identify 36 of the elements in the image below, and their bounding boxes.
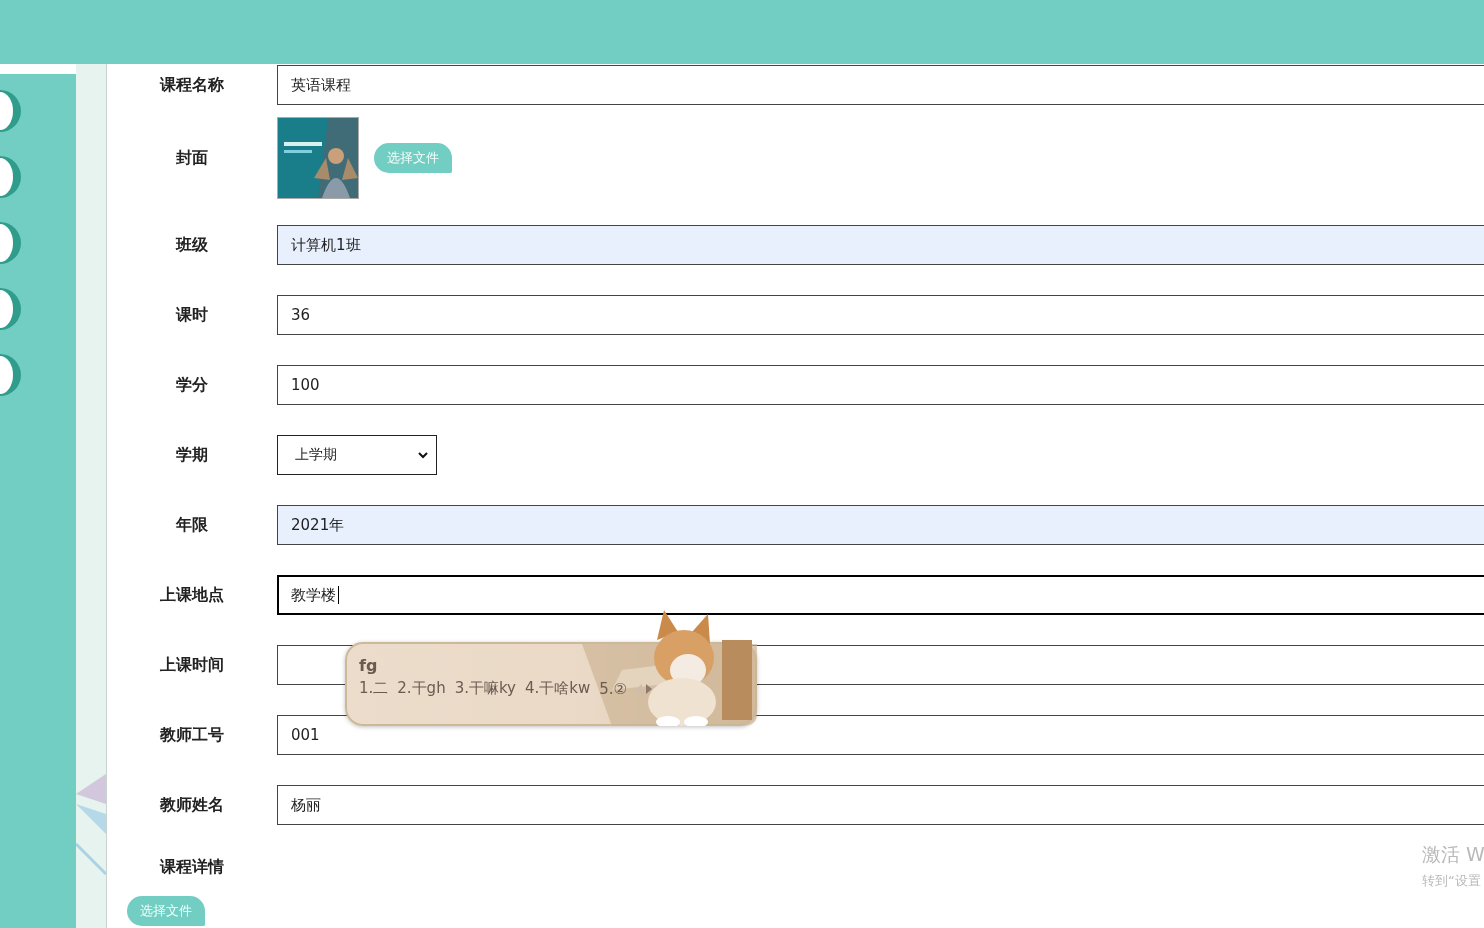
activation-hint: 转到“设置 <box>1422 872 1482 890</box>
sidebar-tab-icon[interactable] <box>0 222 24 264</box>
candidate-word[interactable]: 2.干gh <box>397 679 446 698</box>
sidebar-tab-icon[interactable] <box>0 156 24 198</box>
field-label: 封面 <box>175 147 209 169</box>
field-label: 学期 <box>175 444 209 466</box>
input-field[interactable]: 001 <box>277 715 1484 755</box>
input-field[interactable]: 100 <box>277 365 1484 405</box>
sidebar-tab-icon[interactable] <box>0 354 24 396</box>
activation-title: 激活 W <box>1422 842 1484 867</box>
field-label: 课程详情 <box>158 857 225 878</box>
field-label: 班级 <box>174 234 209 256</box>
field-label: 教师工号 <box>159 724 225 746</box>
field-label: 上课时间 <box>159 654 225 676</box>
field-label: 课时 <box>174 304 209 326</box>
chevron-down-icon <box>418 451 428 459</box>
input-field[interactable]: 英语课程 <box>277 65 1484 105</box>
field-label: 上课地点 <box>159 584 225 606</box>
field-label: 学分 <box>175 374 209 396</box>
candidate-word[interactable]: 3.干嘛ky <box>454 679 516 698</box>
candidate-word[interactable]: 1.二 <box>359 679 389 698</box>
sidebar-tab-icon[interactable] <box>0 288 24 330</box>
page-arrows-icon[interactable] <box>636 683 653 694</box>
input-field[interactable]: 计算机1班 <box>277 225 1484 265</box>
candidate-word[interactable]: 5.② <box>599 679 628 698</box>
input-field[interactable]: 杨丽 <box>277 785 1484 825</box>
sidebar-tab-icon[interactable] <box>0 90 24 132</box>
dropdown[interactable]: 上学期 <box>277 435 437 475</box>
candidate-word[interactable]: 4.干啥kw <box>525 679 591 698</box>
input-field[interactable]: 36 <box>277 295 1484 335</box>
field-label: 教师姓名 <box>159 794 225 816</box>
input-field[interactable]: 教学楼 <box>277 575 1484 615</box>
input-field[interactable]: 2021年 <box>277 505 1484 545</box>
field-label: 年限 <box>175 514 209 536</box>
field-label: 课程名称 <box>158 74 225 96</box>
typed-text: fg <box>359 656 379 675</box>
